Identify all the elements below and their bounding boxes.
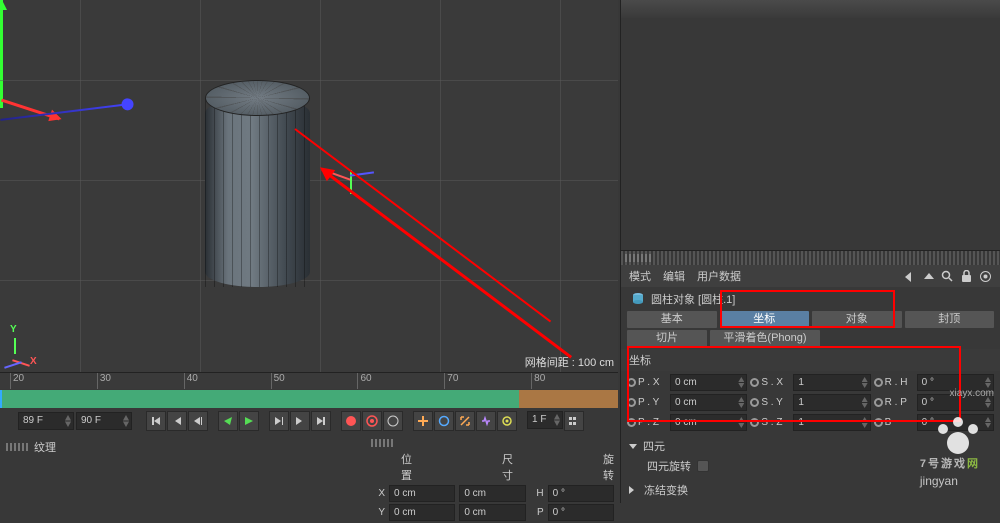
section-coord-header: 坐标 (621, 349, 1000, 371)
keysel-button[interactable] (383, 411, 403, 431)
mini-px[interactable] (389, 485, 455, 502)
timeline-ruler[interactable]: 20 30 40 50 60 70 80 (0, 373, 618, 389)
mini-rp[interactable] (548, 504, 614, 521)
key-rot-button[interactable] (434, 411, 454, 431)
frame-end[interactable]: 90 F (76, 412, 132, 430)
prev-key-button[interactable] (167, 411, 187, 431)
radio-rp[interactable] (874, 398, 883, 407)
radio-rb[interactable] (874, 418, 883, 427)
frame-start[interactable]: 89 F (18, 412, 74, 430)
tab-slice[interactable]: 切片 (627, 330, 707, 347)
key-scale-button[interactable] (455, 411, 475, 431)
radio-px[interactable] (627, 378, 636, 387)
radio-sx[interactable] (750, 378, 759, 387)
radio-py[interactable] (627, 398, 636, 407)
tab-cap[interactable]: 封顶 (905, 311, 995, 328)
input-px[interactable]: 0 cm (670, 374, 747, 391)
play-button[interactable] (239, 411, 259, 431)
input-py[interactable]: 0 cm (670, 394, 747, 411)
menu-edit[interactable]: 编辑 (663, 268, 685, 284)
object-header: 圆柱对象 [圆柱.1] (621, 287, 1000, 309)
input-rb[interactable]: 0 ° (917, 414, 994, 431)
top-right-panel (620, 0, 1000, 250)
watermark-url: xiayx.com (950, 388, 994, 399)
record-button[interactable] (341, 411, 361, 431)
radio-sz[interactable] (750, 418, 759, 427)
target-icon[interactable] (979, 270, 992, 283)
quaternion-checkbox[interactable] (697, 460, 709, 472)
object-name: 圆柱对象 [圆柱.1] (651, 291, 735, 307)
options-button[interactable] (564, 411, 584, 431)
texture-label: 纹理 (34, 439, 56, 455)
key-pla-button[interactable] (497, 411, 517, 431)
lock-icon[interactable] (960, 270, 973, 283)
tab-coord[interactable]: 坐标 (720, 311, 810, 328)
mini-sx[interactable] (459, 485, 525, 502)
input-sy[interactable]: 1 (793, 394, 870, 411)
mini-py[interactable] (389, 504, 455, 521)
object-cylinder[interactable] (205, 80, 310, 305)
menu-mode[interactable]: 模式 (629, 268, 651, 284)
next-frame-button[interactable] (269, 411, 289, 431)
freeze-section[interactable]: 冻结变换 (621, 478, 1000, 502)
nav-up-icon[interactable] (922, 270, 935, 283)
radio-sy[interactable] (750, 398, 759, 407)
frame-current[interactable]: 1 F (527, 411, 563, 429)
key-pos-button[interactable] (413, 411, 433, 431)
cylinder-icon (631, 292, 645, 306)
mini-sy[interactable] (459, 504, 525, 521)
radio-rh[interactable] (874, 378, 883, 387)
panel-menu: 模式 编辑 用户数据 (621, 265, 1000, 287)
input-pz[interactable]: 0 cm (670, 414, 747, 431)
tab-basic[interactable]: 基本 (627, 311, 717, 328)
mini-rh[interactable] (548, 485, 614, 502)
input-sx[interactable]: 1 (793, 374, 870, 391)
goto-end-button[interactable] (311, 411, 331, 431)
coord-mini-panel: 位置 尺寸 旋转 X H Y P (367, 435, 618, 523)
tab-object[interactable]: 对象 (812, 311, 902, 328)
viewport-3d[interactable]: Y X Z 网格间距 : 100 cm (0, 0, 618, 372)
quaternion-section[interactable]: 四元 (621, 434, 1000, 458)
nav-back-icon[interactable] (903, 270, 916, 283)
timeline-area: 20 30 40 50 60 70 80 89 F 90 F (0, 372, 618, 503)
coord-grid: P . X0 cm S . X1 R . H0 ° P . Y0 cm S . … (621, 371, 1000, 434)
input-sz[interactable]: 1 (793, 414, 870, 431)
search-icon[interactable] (941, 270, 954, 283)
menu-userdata[interactable]: 用户数据 (697, 268, 741, 284)
radio-pz[interactable] (627, 418, 636, 427)
play-back-button[interactable] (218, 411, 238, 431)
goto-start-button[interactable] (146, 411, 166, 431)
autokey-button[interactable] (362, 411, 382, 431)
attributes-panel: 模式 编辑 用户数据 圆柱对象 [圆柱.1] 基本 坐标 对象 封顶 切片 平滑… (620, 250, 1000, 503)
prev-frame-button[interactable] (188, 411, 208, 431)
next-key-button[interactable] (290, 411, 310, 431)
key-param-button[interactable] (476, 411, 496, 431)
tab-phong[interactable]: 平滑着色(Phong) (710, 330, 820, 347)
timeline-scrub[interactable] (0, 390, 618, 408)
viewport-status: 网格间距 : 100 cm (525, 354, 614, 370)
